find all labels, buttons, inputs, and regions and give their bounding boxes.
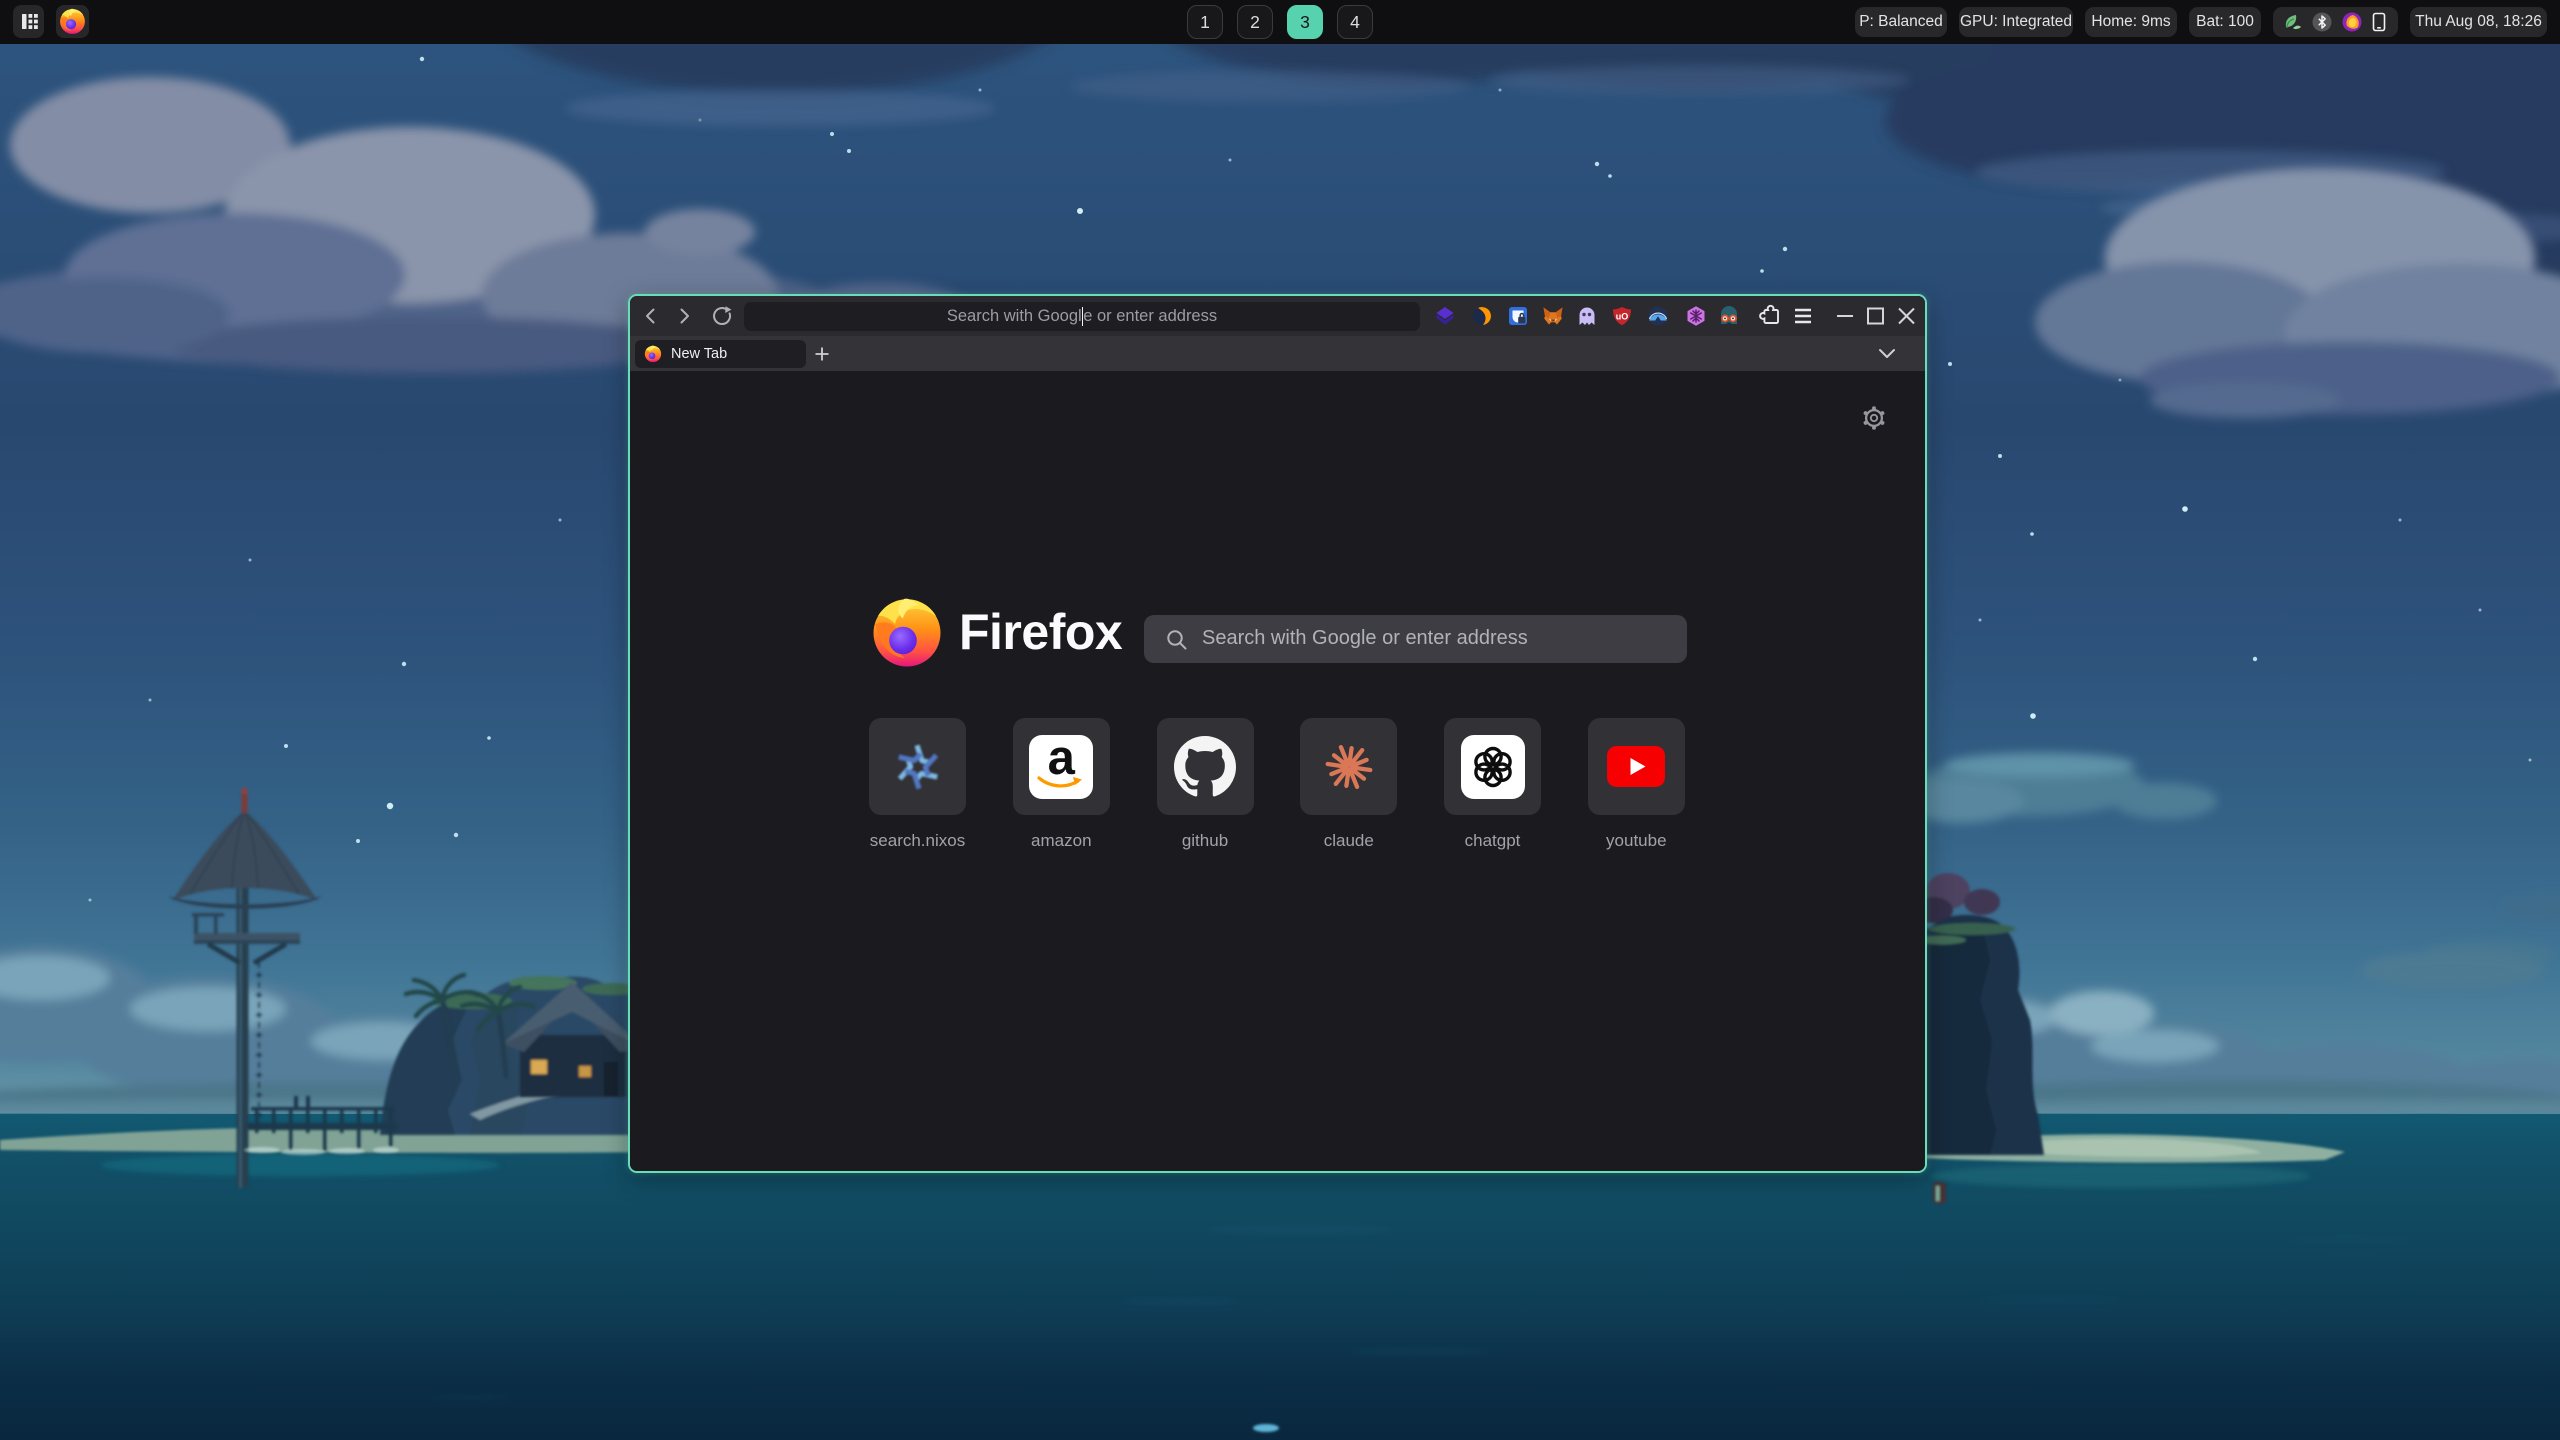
svg-text:uO: uO [1616, 312, 1629, 322]
